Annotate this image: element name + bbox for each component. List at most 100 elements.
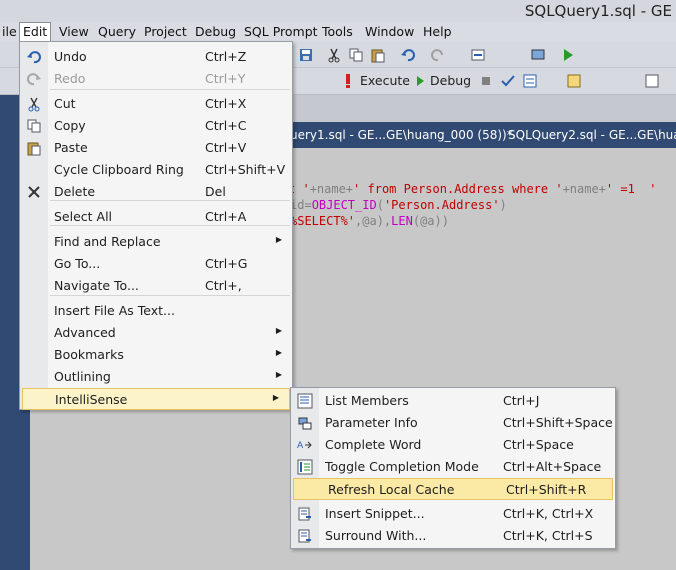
title-bar: SQLQuery1.sql - GE xyxy=(0,0,676,22)
debug-start-icon xyxy=(417,76,424,86)
submenu-arrow-icon: ▶ xyxy=(275,235,282,244)
menu-item-label: IntelliSense xyxy=(55,392,128,407)
menu-item-label: Delete xyxy=(54,184,96,199)
comment-icon[interactable] xyxy=(644,73,660,89)
edit-menu-item-navigate-to[interactable]: Navigate To... Ctrl+, xyxy=(20,275,292,297)
code-line: id=OBJECT_ID('Person.Address') xyxy=(290,198,507,212)
code-token: +name+ xyxy=(309,182,354,196)
list-members-icon xyxy=(297,393,313,409)
submenu-arrow-icon: ▶ xyxy=(275,370,282,379)
navigate-icon[interactable] xyxy=(470,47,486,63)
code-token: OBJECT_ID xyxy=(311,198,377,212)
intellisense-item-parameter-info[interactable]: Parameter Info Ctrl+Shift+Space xyxy=(291,412,615,434)
query-options-icon[interactable] xyxy=(522,73,538,89)
edit-menu-item-insert-file-as-text[interactable]: Insert File As Text... xyxy=(20,300,292,322)
menu-bar: ile Edit View Query Project Debug SQL Pr… xyxy=(0,22,676,42)
code-token: ) xyxy=(499,198,507,212)
edit-menu-item-copy[interactable]: Copy Ctrl+C xyxy=(20,115,292,137)
monitor-icon[interactable] xyxy=(530,47,546,63)
menu-item-label: Paste xyxy=(54,140,88,155)
menu-item-label: Copy xyxy=(54,118,86,133)
complete-word-icon: A xyxy=(297,441,312,451)
code-token: ( xyxy=(376,198,384,212)
code-line: t '+name+' from Person.Address where '+n… xyxy=(288,182,657,196)
code-token: %SELECT%' xyxy=(290,214,356,228)
menu-item-label: Parameter Info xyxy=(325,415,418,430)
execute-icon xyxy=(346,74,350,88)
menu-sql-prompt[interactable]: SQL Prompt xyxy=(240,22,322,42)
menu-tools[interactable]: Tools xyxy=(318,22,357,42)
edit-menu-item-bookmarks[interactable]: Bookmarks ▶ xyxy=(20,344,292,366)
menu-item-label: Find and Replace xyxy=(54,234,161,249)
edit-menu-item-go-to[interactable]: Go To... Ctrl+G xyxy=(20,253,292,275)
submenu-arrow-icon: ▶ xyxy=(272,393,279,402)
menu-item-label: Undo xyxy=(54,49,87,64)
intellisense-item-refresh-local-cache[interactable]: Refresh Local Cache Ctrl+Shift+R xyxy=(293,478,613,500)
menu-item-shortcut: Ctrl+G xyxy=(205,256,248,271)
menu-debug[interactable]: Debug xyxy=(191,22,240,42)
intellisense-item-insert-snippet[interactable]: Insert Snippet... Ctrl+K, Ctrl+X xyxy=(291,503,615,525)
menu-item-shortcut: Ctrl+C xyxy=(205,118,247,133)
menu-item-shortcut: Del xyxy=(205,184,226,199)
edit-menu-item-advanced[interactable]: Advanced ▶ xyxy=(20,322,292,344)
menu-item-shortcut: Ctrl+J xyxy=(503,393,540,408)
menu-help[interactable]: Help xyxy=(419,22,456,42)
menu-item-shortcut: Ctrl+, xyxy=(205,278,242,293)
menu-item-label: Cut xyxy=(54,96,76,111)
menu-view[interactable]: View xyxy=(55,22,93,42)
submenu-arrow-icon: ▶ xyxy=(275,348,282,357)
edit-menu-item-undo[interactable]: Undo Ctrl+Z xyxy=(20,46,292,68)
code-token: +name+ xyxy=(562,182,606,196)
stop-icon[interactable] xyxy=(478,73,494,89)
debug-button[interactable]: Debug xyxy=(430,73,471,88)
edit-menu: Undo Ctrl+Z Redo Ctrl+Y Cut Ctrl+X Copy Ctrl+C P… xyxy=(19,41,293,410)
execute-button[interactable]: Execute xyxy=(360,73,410,88)
cut-icon[interactable] xyxy=(326,47,342,63)
menu-item-label: Insert File As Text... xyxy=(54,303,175,318)
edit-menu-item-intellisense[interactable]: IntelliSense ▶ xyxy=(22,388,290,410)
menu-item-shortcut: Ctrl+Space xyxy=(503,437,574,452)
edit-menu-item-cut[interactable]: Cut Ctrl+X xyxy=(20,93,292,115)
undo-icon[interactable] xyxy=(400,47,416,63)
menu-window[interactable]: Window xyxy=(361,22,418,42)
menu-item-shortcut: Ctrl+K, Ctrl+X xyxy=(503,506,594,521)
copy-icon xyxy=(27,119,41,133)
edit-menu-item-cycle-clipboard-ring[interactable]: Cycle Clipboard Ring Ctrl+Shift+V xyxy=(20,159,292,181)
insert-snippet-icon xyxy=(298,507,311,521)
intellisense-item-surround-with[interactable]: Surround With... Ctrl+K, Ctrl+S xyxy=(291,525,615,547)
menu-item-shortcut: Ctrl+Alt+Space xyxy=(503,459,602,474)
paste-icon[interactable] xyxy=(370,47,386,63)
copy-icon[interactable] xyxy=(348,47,364,63)
tab-sqlquery2[interactable]: SQLQuery2.sql - GE...GE\huang_ xyxy=(508,128,676,142)
menu-item-shortcut: Ctrl+Shift+V xyxy=(205,162,286,177)
menu-project[interactable]: Project xyxy=(140,22,191,42)
menu-item-label: Cycle Clipboard Ring xyxy=(54,162,184,177)
edit-menu-item-find-and-replace[interactable]: Find and Replace ▶ xyxy=(20,231,292,253)
menu-item-label: Select All xyxy=(54,209,113,224)
edit-menu-item-select-all[interactable]: Select All Ctrl+A xyxy=(20,206,292,228)
parameter-info-icon xyxy=(298,417,312,430)
parse-icon[interactable] xyxy=(500,73,516,89)
start-icon[interactable] xyxy=(560,47,576,63)
menu-edit[interactable]: Edit xyxy=(19,22,52,42)
code-token: LEN xyxy=(391,214,413,228)
menu-file[interactable]: ile xyxy=(0,22,21,42)
toggle-completion-icon xyxy=(297,459,313,475)
menu-item-shortcut: Ctrl+X xyxy=(205,96,247,111)
redo-icon[interactable] xyxy=(430,47,446,63)
code-token: ' from Person.Address where ' xyxy=(353,182,563,196)
menu-item-label: Toggle Completion Mode xyxy=(325,459,479,474)
undo-icon xyxy=(27,51,41,64)
edit-menu-item-outlining[interactable]: Outlining ▶ xyxy=(20,366,292,388)
tab-sqlquery1[interactable]: uery1.sql - GE...GE\huang_000 (58))* xyxy=(290,128,513,142)
edit-menu-item-paste[interactable]: Paste Ctrl+V xyxy=(20,137,292,159)
edit-menu-item-redo[interactable]: Redo Ctrl+Y xyxy=(20,68,292,90)
results-grid-icon[interactable] xyxy=(566,73,582,89)
intellisense-item-toggle-completion-mode[interactable]: Toggle Completion Mode Ctrl+Alt+Space xyxy=(291,456,615,478)
menu-query[interactable]: Query xyxy=(94,22,140,42)
code-token: id= xyxy=(290,198,312,212)
save-icon[interactable] xyxy=(298,47,314,63)
intellisense-item-list-members[interactable]: List Members Ctrl+J xyxy=(291,390,615,412)
intellisense-item-complete-word[interactable]: A Complete Word Ctrl+Space xyxy=(291,434,615,456)
edit-menu-item-delete[interactable]: Delete Del xyxy=(20,181,292,203)
